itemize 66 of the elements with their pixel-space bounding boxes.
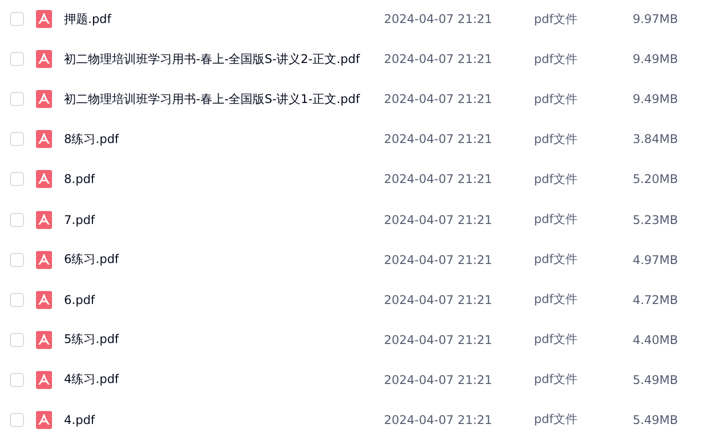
- file-size: 3.84MB: [632, 132, 678, 146]
- file-type: pdf文件: [534, 90, 578, 108]
- pdf-file-icon: [36, 250, 52, 269]
- file-size: 9.97MB: [632, 12, 678, 26]
- pdf-file-icon: [36, 50, 52, 68]
- file-type: pdf文件: [534, 291, 578, 308]
- checkbox[interactable]: [10, 212, 24, 227]
- checkbox[interactable]: [10, 332, 24, 347]
- file-name[interactable]: 8.pdf: [64, 172, 384, 186]
- modified-date: 2024-04-07 21:21: [384, 52, 494, 66]
- pdf-file-icon: [36, 410, 52, 429]
- file-size: 4.97MB: [632, 252, 678, 267]
- pdf-file-icon: [36, 10, 52, 28]
- pdf-file-icon: [36, 170, 52, 188]
- modified-date: 2024-04-07 21:21: [384, 292, 494, 307]
- modified-date: 2024-04-07 21:21: [384, 132, 494, 146]
- file-type: pdf文件: [534, 170, 578, 188]
- checkbox[interactable]: [10, 52, 24, 66]
- file-name[interactable]: 初二物理培训班学习用书-春上-全国版S-讲义1-正文.pdf: [64, 90, 384, 108]
- modified-date: 2024-04-07 21:21: [384, 412, 494, 427]
- modified-date: 2024-04-07 21:21: [384, 12, 494, 26]
- file-name[interactable]: 初二物理培训班学习用书-春上-全国版S-讲义2-正文.pdf: [64, 50, 384, 68]
- modified-date: 2024-04-07 21:21: [384, 372, 494, 387]
- checkbox[interactable]: [10, 372, 24, 387]
- checkbox[interactable]: [10, 172, 24, 186]
- file-name[interactable]: 6练习.pdf: [64, 251, 384, 268]
- file-size: 4.72MB: [632, 292, 678, 307]
- pdf-file-icon: [36, 130, 52, 148]
- file-size: 5.49MB: [632, 412, 678, 427]
- checkbox[interactable]: [10, 412, 24, 427]
- pdf-file-icon: [36, 290, 52, 309]
- file-name[interactable]: 4练习.pdf: [64, 371, 384, 388]
- modified-date: 2024-04-07 21:21: [384, 172, 494, 186]
- file-type: pdf文件: [534, 130, 578, 148]
- file-name[interactable]: 7.pdf: [64, 212, 384, 227]
- file-name[interactable]: 6.pdf: [64, 292, 384, 307]
- file-name[interactable]: 押题.pdf: [64, 10, 384, 28]
- checkbox[interactable]: [10, 132, 24, 146]
- file-size: 5.49MB: [632, 372, 678, 387]
- modified-date: 2024-04-07 21:21: [384, 92, 494, 106]
- file-type: pdf文件: [534, 50, 578, 68]
- file-type: pdf文件: [534, 411, 578, 428]
- file-type: pdf文件: [534, 331, 578, 348]
- file-type: pdf文件: [534, 211, 578, 228]
- modified-date: 2024-04-07 21:21: [384, 212, 494, 227]
- checkbox[interactable]: [10, 12, 24, 26]
- file-name[interactable]: 5练习.pdf: [64, 331, 384, 348]
- file-size: 9.49MB: [632, 52, 678, 66]
- file-size: 5.23MB: [632, 212, 678, 227]
- file-type: pdf文件: [534, 371, 578, 388]
- file-size: 4.40MB: [632, 332, 678, 347]
- checkbox[interactable]: [10, 292, 24, 307]
- modified-date: 2024-04-07 21:21: [384, 252, 494, 267]
- checkbox[interactable]: [10, 252, 24, 267]
- file-name[interactable]: 8练习.pdf: [64, 130, 384, 148]
- file-type: pdf文件: [534, 251, 578, 268]
- file-type: pdf文件: [534, 10, 578, 28]
- pdf-file-icon: [36, 370, 52, 389]
- file-size: 5.20MB: [632, 172, 678, 186]
- pdf-file-icon: [36, 90, 52, 108]
- checkbox[interactable]: [10, 92, 24, 106]
- modified-date: 2024-04-07 21:21: [384, 332, 494, 347]
- pdf-file-icon: [36, 330, 52, 349]
- file-size: 9.49MB: [632, 92, 678, 106]
- pdf-file-icon: [36, 210, 52, 229]
- file-name[interactable]: 4.pdf: [64, 412, 384, 427]
